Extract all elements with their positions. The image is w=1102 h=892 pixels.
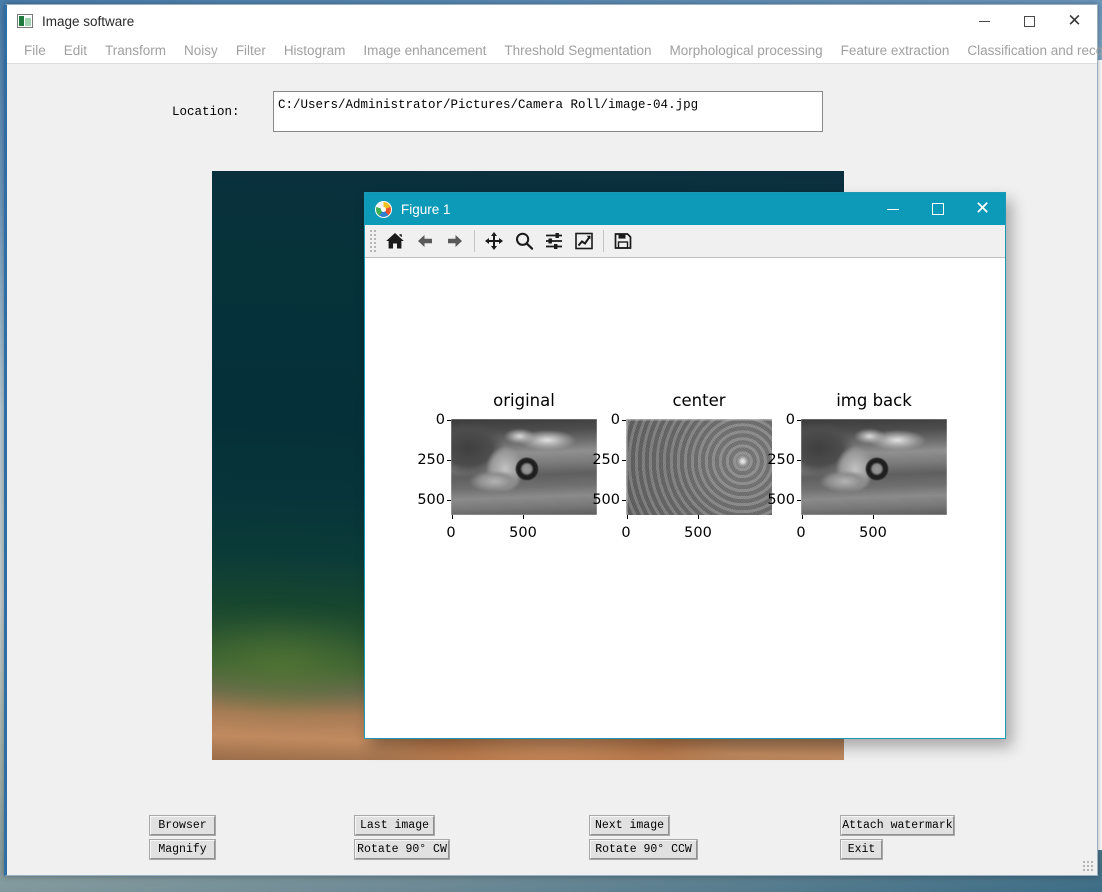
ytick-0: 0 — [435, 412, 445, 428]
main-window: Image software ✕ File Edit Transform Noi… — [4, 4, 1102, 876]
subplot-title: img back — [836, 391, 912, 410]
subplot-original: original 0 250 500 0 500 — [417, 391, 597, 541]
home-icon[interactable] — [380, 227, 410, 255]
minimize-icon — [979, 20, 990, 22]
menu-item-classification-and-recognition[interactable]: Classification and recognition — [958, 41, 1102, 60]
xtick-0: 0 — [621, 525, 631, 541]
rotate-ccw-button[interactable]: Rotate 90° CCW — [589, 839, 698, 860]
close-icon: ✕ — [974, 198, 991, 219]
subplot-title: center — [672, 391, 726, 410]
attach-watermark-button[interactable]: Attach watermark — [840, 815, 955, 836]
figure-canvas[interactable]: original 0 250 500 0 500 center 0 250 50… — [365, 259, 1005, 738]
page-title: Image software — [42, 13, 135, 29]
figure-title: Figure 1 — [401, 201, 451, 217]
window-controls: ✕ — [962, 5, 1097, 37]
subplot-image[interactable] — [626, 419, 772, 515]
matplotlib-icon — [375, 200, 392, 218]
save-floppy-icon[interactable] — [608, 227, 638, 255]
maximize-button[interactable] — [1007, 5, 1052, 37]
ytick-250: 250 — [592, 452, 620, 468]
fft-noise-overlay — [626, 419, 772, 515]
minimize-icon — [886, 208, 899, 210]
menu-item-histogram[interactable]: Histogram — [275, 41, 355, 60]
exit-button[interactable]: Exit — [840, 839, 883, 860]
menu-item-morphological-processing[interactable]: Morphological processing — [661, 41, 832, 60]
xtick-0: 0 — [446, 525, 456, 541]
xtick-500: 500 — [684, 525, 712, 541]
ytick-0: 0 — [610, 412, 620, 428]
forward-arrow-icon[interactable] — [440, 227, 470, 255]
menu-item-noisy[interactable]: Noisy — [175, 41, 227, 60]
toolbar-separator — [474, 230, 475, 252]
browser-button[interactable]: Browser — [149, 815, 216, 836]
ytick-250: 250 — [417, 452, 445, 468]
reconstructed-photo — [801, 419, 947, 515]
subplot-center: center 0 250 500 0 500 — [592, 391, 772, 541]
menubar: File Edit Transform Noisy Filter Histogr… — [7, 37, 1102, 64]
xtick-500: 500 — [859, 525, 887, 541]
ytick-250: 250 — [767, 452, 795, 468]
toolbar-drag-handle[interactable] — [369, 229, 377, 253]
location-input[interactable]: C:/Users/Administrator/Pictures/Camera R… — [273, 91, 823, 132]
menu-item-feature-extraction[interactable]: Feature extraction — [832, 41, 959, 60]
figure-close-button[interactable]: ✕ — [960, 193, 1005, 225]
figure-window-controls: ✕ — [870, 193, 1005, 225]
last-image-button[interactable]: Last image — [354, 815, 435, 836]
menu-item-edit[interactable]: Edit — [55, 41, 96, 60]
menu-item-file[interactable]: File — [15, 41, 55, 60]
menu-item-filter[interactable]: Filter — [227, 41, 275, 60]
titlebar: Image software ✕ — [7, 5, 1097, 37]
resize-grip[interactable] — [1082, 860, 1094, 872]
figure-toolbar — [365, 225, 1005, 258]
back-arrow-icon[interactable] — [410, 227, 440, 255]
ytick-500: 500 — [767, 492, 795, 508]
subplot-img-back: img back 0 250 500 0 500 — [767, 391, 947, 541]
configure-subplots-icon[interactable] — [539, 227, 569, 255]
subplot-image[interactable] — [801, 419, 947, 515]
menu-item-threshold-segmentation[interactable]: Threshold Segmentation — [495, 41, 660, 60]
rotate-cw-button[interactable]: Rotate 90° CW — [354, 839, 450, 860]
figure-titlebar: Figure 1 ✕ — [365, 193, 1005, 225]
ytick-500: 500 — [592, 492, 620, 508]
subplot-title: original — [493, 391, 555, 410]
xtick-0: 0 — [796, 525, 806, 541]
maximize-icon — [931, 203, 944, 215]
pan-move-icon[interactable] — [479, 227, 509, 255]
toolbar-separator — [603, 230, 604, 252]
close-icon: ✕ — [1067, 10, 1082, 31]
ytick-0: 0 — [785, 412, 795, 428]
edit-axis-icon[interactable] — [569, 227, 599, 255]
menu-item-image-enhancement[interactable]: Image enhancement — [354, 41, 495, 60]
figure-window: Figure 1 ✕ original 0 250 500 0 500 cent… — [364, 192, 1006, 739]
figure-maximize-button[interactable] — [915, 193, 960, 225]
close-button[interactable]: ✕ — [1052, 5, 1097, 37]
location-label: Location: — [172, 105, 240, 119]
app-image-icon — [17, 14, 33, 28]
ytick-500: 500 — [417, 492, 445, 508]
zoom-magnifier-icon[interactable] — [509, 227, 539, 255]
magnify-button[interactable]: Magnify — [149, 839, 216, 860]
xtick-500: 500 — [509, 525, 537, 541]
figure-minimize-button[interactable] — [870, 193, 915, 225]
next-image-button[interactable]: Next image — [589, 815, 670, 836]
minimize-button[interactable] — [962, 5, 1007, 37]
maximize-icon — [1024, 15, 1035, 27]
menu-item-transform[interactable]: Transform — [96, 41, 175, 60]
subplot-image[interactable] — [451, 419, 597, 515]
original-photo — [451, 419, 597, 515]
